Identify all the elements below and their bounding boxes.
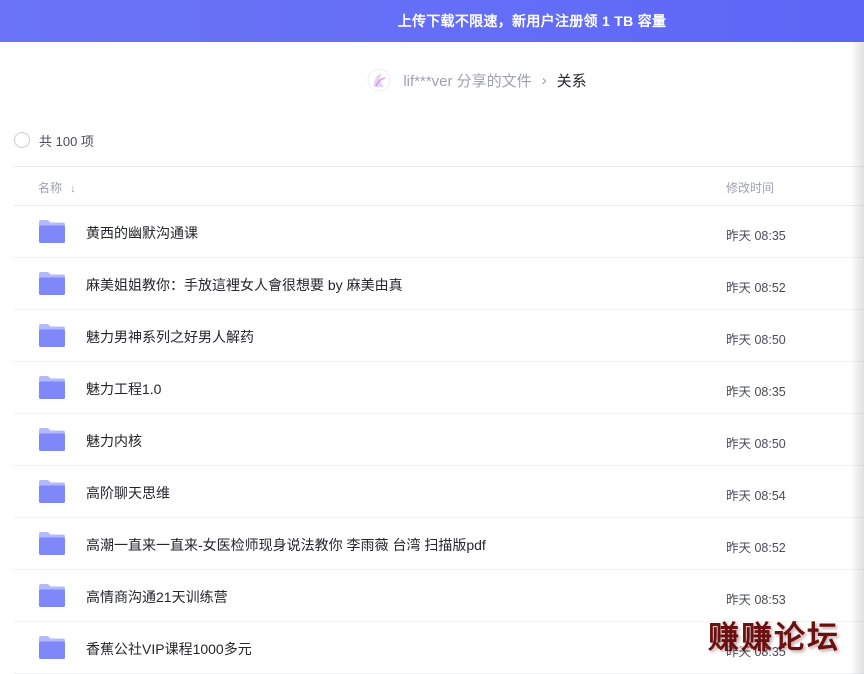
file-name[interactable]: 魅力内核 xyxy=(86,431,142,451)
select-all-checkbox[interactable] xyxy=(14,132,30,148)
divider xyxy=(14,166,864,167)
table-row[interactable]: 魅力工程1.0 昨天 08:35 xyxy=(14,362,864,414)
file-name[interactable]: 麻美姐姐教你：手放這裡女人會很想要 by 麻美由真 xyxy=(86,275,403,295)
file-name[interactable]: 高情商沟通21天训练营 xyxy=(86,587,228,607)
window-edge-shadow xyxy=(850,42,864,674)
table-row[interactable]: 高潮一直来一直来-女医检师现身说法教你 李雨薇 台湾 扫描版pdf 昨天 08:… xyxy=(14,518,864,570)
modified-time: 昨天 08:35 xyxy=(726,385,786,399)
folder-icon xyxy=(39,428,65,451)
breadcrumb-current-folder: 关系 xyxy=(556,72,587,90)
folder-icon xyxy=(39,480,65,503)
folder-icon xyxy=(39,324,65,347)
table-row[interactable]: 魅力内核 昨天 08:50 xyxy=(14,414,864,466)
file-name[interactable]: 高阶聊天思维 xyxy=(86,483,170,503)
modified-time: 昨天 08:53 xyxy=(726,593,786,607)
folder-icon xyxy=(39,636,65,659)
breadcrumb-owner-link[interactable]: lif***ver 分享的文件 xyxy=(403,70,531,91)
column-header-modified-time[interactable]: 修改时间 xyxy=(726,179,774,196)
file-name[interactable]: 魅力男神系列之好男人解药 xyxy=(86,327,254,347)
modified-time: 昨天 08:54 xyxy=(726,489,786,503)
modified-time: 昨天 08:52 xyxy=(726,541,786,555)
promo-banner-text[interactable]: 上传下载不限速，新用户注册领 1 TB 容量 xyxy=(398,11,667,31)
modified-time: 昨天 08:50 xyxy=(726,333,786,347)
promo-banner[interactable]: 上传下载不限速，新用户注册领 1 TB 容量 xyxy=(0,0,864,42)
modified-time: 昨天 08:35 xyxy=(726,229,786,243)
sort-arrow-down-icon[interactable]: ↓ xyxy=(70,181,76,195)
breadcrumb-separator-icon: › xyxy=(541,71,547,89)
folder-icon xyxy=(39,272,65,295)
folder-icon xyxy=(39,376,65,399)
folder-icon xyxy=(39,584,65,607)
column-header-name-label[interactable]: 名称 xyxy=(38,179,62,196)
table-row[interactable]: 高阶聊天思维 昨天 08:54 xyxy=(14,466,864,518)
table-row[interactable]: 魅力男神系列之好男人解药 昨天 08:50 xyxy=(14,310,864,362)
folder-icon xyxy=(39,220,65,243)
table-row[interactable]: 黄西的幽默沟通课 昨天 08:35 xyxy=(14,206,864,258)
table-row[interactable]: 麻美姐姐教你：手放這裡女人會很想要 by 麻美由真 昨天 08:52 xyxy=(14,258,864,310)
file-name[interactable]: 香蕉公社VIP课程1000多元 xyxy=(86,639,252,659)
file-name[interactable]: 魅力工程1.0 xyxy=(86,379,161,399)
file-name[interactable]: 黄西的幽默沟通课 xyxy=(86,223,198,243)
file-name[interactable]: 高潮一直来一直来-女医检师现身说法教你 李雨薇 台湾 扫描版pdf xyxy=(86,535,486,555)
breadcrumb: lif***ver 分享的文件 › 关系 xyxy=(0,64,864,96)
watermark-text: 赚赚论坛 xyxy=(708,620,840,656)
item-count: 共 100 项 xyxy=(39,133,94,149)
modified-time: 昨天 08:52 xyxy=(726,281,786,295)
file-list: 黄西的幽默沟通课 昨天 08:35 麻美姐姐教你：手放這裡女人會很想要 by 麻… xyxy=(14,206,864,674)
user-avatar[interactable] xyxy=(367,68,391,92)
column-header-name[interactable]: 名称 ↓ xyxy=(38,179,76,196)
table-header: 名称 ↓ 修改时间 xyxy=(14,168,864,204)
folder-icon xyxy=(39,532,65,555)
selection-summary: 共 100 项 xyxy=(14,130,94,150)
modified-time: 昨天 08:50 xyxy=(726,437,786,451)
